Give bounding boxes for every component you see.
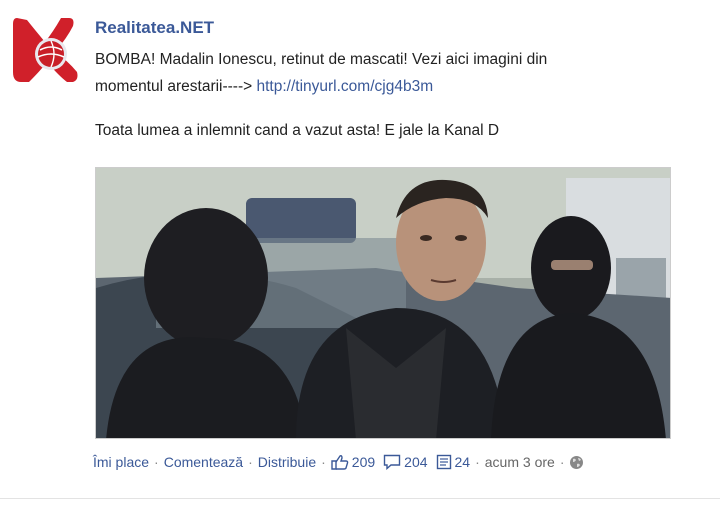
globe-icon[interactable] [569,455,584,470]
share-link[interactable]: Distribuie [258,454,316,470]
likes-count[interactable]: 209 [331,454,375,470]
post-message: BOMBA! Madalin Ionescu, retinut de masca… [95,46,695,100]
post-link[interactable]: http://tinyurl.com/cjg4b3m [257,78,434,95]
separator-dot: · [321,454,326,470]
likes-count-value: 209 [351,454,376,470]
comments-count[interactable]: 204 [383,454,428,470]
share-doc-icon [436,454,452,470]
separator-dot: · [559,454,565,470]
post-photo[interactable] [95,167,671,439]
post-action-bar: Îmi place · Comentează · Distribuie · 20… [93,454,584,470]
like-link[interactable]: Îmi place [93,454,149,470]
message-line-1: BOMBA! Madalin Ionescu, retinut de masca… [95,51,548,68]
realitatea-logo[interactable] [7,12,79,88]
separator-dot: · [248,454,253,470]
shares-count[interactable]: 24 [436,454,471,470]
page-name-link[interactable]: Realitatea.NET [95,18,695,38]
thumbs-up-icon [331,454,349,470]
post-content: Realitatea.NET BOMBA! Madalin Ionescu, r… [95,18,695,140]
post-divider [0,498,720,499]
comments-count-value: 204 [404,454,428,470]
message-line-2: momentul arestarii----> [95,78,257,95]
post-message-2: Toata lumea a inlemnit cand a vazut asta… [95,122,500,139]
comment-link[interactable]: Comentează [164,454,243,470]
separator-dot: · [154,454,159,470]
shares-count-value: 24 [454,454,471,470]
comment-bubble-icon [383,454,401,470]
separator-dot: · [475,454,480,470]
post-timestamp[interactable]: acum 3 ore [485,454,555,470]
